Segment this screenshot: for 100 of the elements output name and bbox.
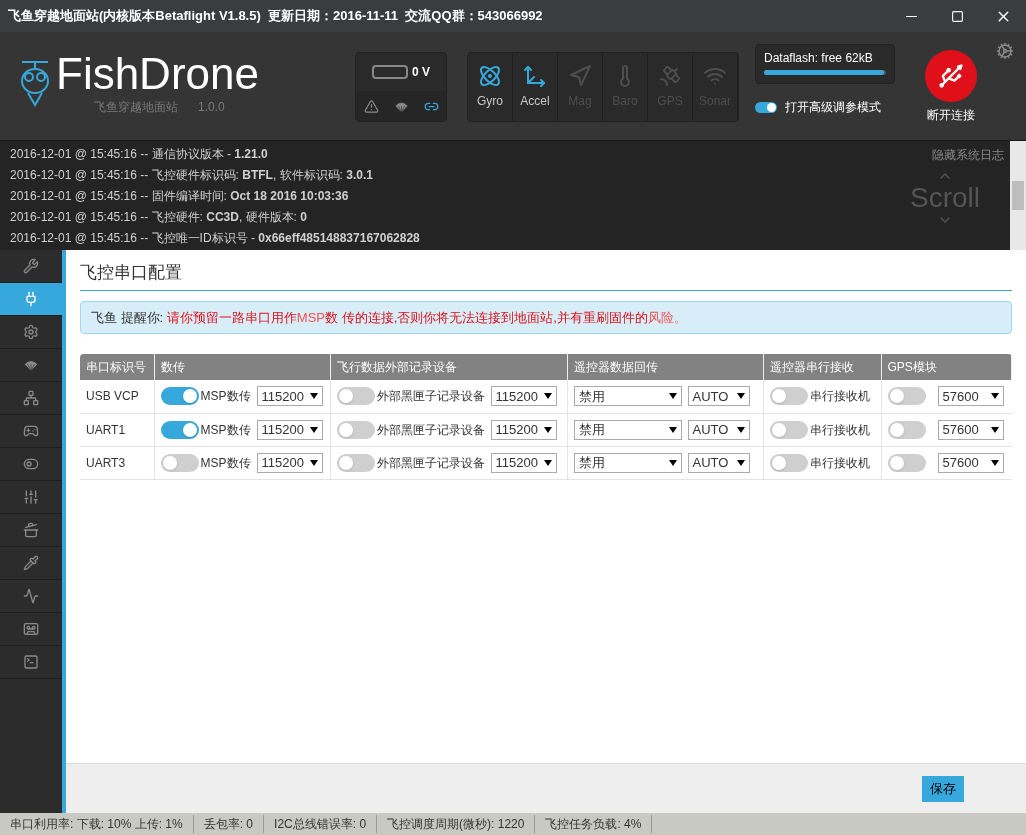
gamepad-icon [23, 423, 39, 439]
dropdown[interactable]: AUTO [687, 386, 750, 407]
column-header: 遥控器串行接收 [763, 354, 881, 380]
msp-label: MSP数传 [200, 421, 251, 439]
toggle-switch[interactable] [336, 387, 375, 406]
toggle-switch[interactable] [887, 453, 926, 472]
toggle-switch[interactable] [160, 420, 199, 439]
battery-icon [372, 65, 408, 79]
battery-voltage: 0 V [412, 64, 430, 81]
dropdown[interactable]: 57600 [937, 452, 1004, 473]
caret-down-icon [990, 393, 999, 400]
caret-down-icon [309, 426, 318, 433]
dropdown[interactable]: 115200 [490, 386, 557, 407]
msp-label: MSP数传 [200, 388, 251, 406]
blackbox-label: 外部黑匣子记录设备 [376, 421, 485, 439]
plug-icon [23, 291, 39, 307]
port-name: UART3 [80, 446, 154, 479]
sensor-indicator: Accel [513, 53, 558, 121]
maximize-icon [950, 9, 964, 23]
dropdown[interactable]: AUTO [687, 452, 750, 473]
hierarchy-icon [23, 390, 39, 406]
toggle-switch[interactable] [769, 420, 808, 439]
port-name: UART1 [80, 413, 154, 446]
disconnect-button[interactable]: 断开连接 [925, 50, 977, 124]
wrench-icon [23, 258, 39, 274]
toggle-switch[interactable] [769, 387, 808, 406]
toggle-switch[interactable] [336, 453, 375, 472]
fish-mascot-icon [18, 59, 52, 107]
expert-mode-label: 打开高级调参模式 [785, 99, 881, 116]
caret-down-icon [543, 459, 552, 466]
dropdown[interactable]: AUTO [687, 419, 750, 440]
dropdown[interactable]: 115200 [490, 452, 557, 473]
toggle-icon [23, 456, 39, 472]
page-title: 飞控串口配置 [80, 263, 182, 282]
caret-down-icon [736, 459, 745, 466]
logo-text: FishDrone [56, 50, 259, 98]
caret-down-icon [990, 426, 999, 433]
minimize-icon [905, 15, 917, 17]
dataflash-label: Dataflash: free 62kB [764, 50, 874, 67]
blackbox-label: 外部黑匣子记录设备 [376, 388, 485, 406]
column-header: GPS模块 [881, 354, 1012, 380]
column-header: 串口标识号 [80, 354, 154, 380]
notice-text: 飞鱼 提醒你: 请你预留一路串口用作MSP数 传的连接,否则你将无法连接到地面站,并有重刷固件的风险。 [91, 309, 687, 325]
column-header: 数传 [154, 354, 330, 380]
status-item: 飞控调度周期(微秒): 1220 [377, 815, 536, 833]
log-line: 2016-12-01 @ 15:45:16 -- 飞控硬件标识码: BTFL, 软件标识码: 3.0.1 [10, 167, 374, 184]
dropdown[interactable]: 禁用 [573, 386, 682, 407]
dropdown[interactable]: 禁用 [573, 419, 682, 440]
caret-down-icon [668, 393, 677, 400]
toggle-switch[interactable] [160, 387, 199, 406]
caret-down-icon [736, 426, 745, 433]
serial-rx-label: 串行接收机 [809, 388, 870, 406]
save-button[interactable]: 保存 [922, 775, 964, 802]
cassette-icon [23, 621, 39, 637]
app-subtitle: 飞鱼穿越地面站 [94, 99, 178, 116]
pulse-icon [23, 588, 39, 604]
window-title: 飞鱼穿越地面站(内核版本Betaflight V1.8.5) 更新日期：2016-11-11 交流QQ群：543066992 [7, 7, 543, 26]
caret-down-icon [736, 393, 745, 400]
msp-label: MSP数传 [200, 454, 251, 472]
sidebar-tab[interactable] [0, 283, 62, 316]
sensor-indicator: Gyro [468, 53, 513, 121]
toggle-switch[interactable] [769, 453, 808, 472]
dropdown[interactable]: 115200 [256, 452, 323, 473]
dropdown[interactable]: 57600 [937, 386, 1004, 407]
dropdown[interactable]: 57600 [937, 419, 1004, 440]
sliders-icon [23, 489, 39, 505]
dropdown[interactable]: 115200 [256, 419, 323, 440]
caret-down-icon [668, 459, 677, 466]
status-item: 丢包率: 0 [193, 815, 265, 833]
pot-icon [23, 522, 39, 538]
hide-log-link[interactable]: 隐藏系统日志 [932, 141, 1010, 164]
column-header: 飞行数据外部记录设备 [330, 354, 567, 380]
log-line: 2016-12-01 @ 15:45:16 -- 固件编译时间: Oct 18 2016 10:03:36 [10, 188, 350, 205]
blackbox-label: 外部黑匣子记录设备 [376, 454, 485, 472]
dropdown[interactable]: 115200 [490, 419, 557, 440]
caret-down-icon [668, 426, 677, 433]
parachute-icon [23, 357, 39, 373]
status-item: 飞控任务负载: 4% [535, 815, 653, 833]
serial-rx-label: 串行接收机 [809, 454, 870, 472]
status-item: I2C总线错误率: 0 [264, 815, 378, 833]
expert-mode-switch[interactable] [755, 101, 777, 113]
status-item: 串口利用率: 下载: 10% 上传: 1% [0, 815, 194, 833]
usb-disconnect-icon [925, 50, 977, 102]
toggle-switch[interactable] [887, 420, 926, 439]
caret-down-icon [543, 426, 552, 433]
caret-down-icon [309, 459, 318, 466]
dropdown[interactable]: 禁用 [573, 452, 682, 473]
dropdown[interactable]: 115200 [256, 386, 323, 407]
settings-icon[interactable] [996, 42, 1014, 60]
terminal-icon [23, 654, 39, 670]
caret-down-icon [543, 393, 552, 400]
gear-icon [23, 324, 39, 340]
log-line: 2016-12-01 @ 15:45:16 -- 通信协议版本 - 1.21.0 [10, 146, 269, 163]
caret-down-icon [990, 459, 999, 466]
app-version: 1.0.0 [198, 99, 225, 116]
log-line: 2016-12-01 @ 15:45:16 -- 飞控硬件: CC3D, 硬件版本: 0 [10, 209, 308, 226]
toggle-switch[interactable] [160, 453, 199, 472]
toggle-switch[interactable] [336, 420, 375, 439]
toggle-switch[interactable] [887, 387, 926, 406]
column-header: 遥控器数据回传 [567, 354, 763, 380]
